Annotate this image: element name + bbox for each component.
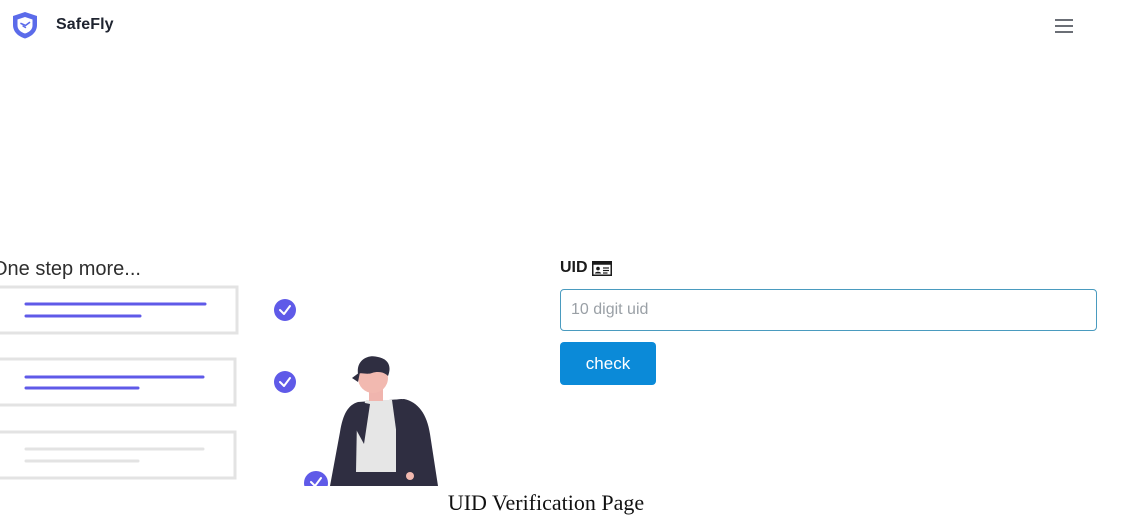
id-card-icon xyxy=(591,260,612,276)
uid-input[interactable] xyxy=(560,289,1097,331)
brand-name: SafeFly xyxy=(56,16,114,33)
illustration-graphic xyxy=(0,285,438,486)
check-badge-icon xyxy=(274,299,296,321)
shield-logo-icon xyxy=(13,12,37,39)
brand-link[interactable]: SafeFly xyxy=(10,10,114,40)
page-caption: UID Verification Page xyxy=(447,490,645,515)
page: SafeFly One step more... UID 10 digit ui… xyxy=(0,0,1140,518)
person-figure xyxy=(330,356,438,486)
verification-illustration: One step more... xyxy=(0,254,460,486)
hamburger-menu-icon[interactable] xyxy=(1052,15,1078,37)
checklist-card xyxy=(0,430,237,480)
uid-label: UID xyxy=(560,259,588,276)
check-badge-icon xyxy=(274,371,296,393)
check-button[interactable]: check xyxy=(560,342,656,385)
checklist-card xyxy=(0,285,239,335)
checklist-card xyxy=(0,357,237,407)
check-badge-icon xyxy=(304,471,328,486)
navbar: SafeFly xyxy=(0,0,1140,52)
uid-label-row: UID xyxy=(560,257,612,279)
